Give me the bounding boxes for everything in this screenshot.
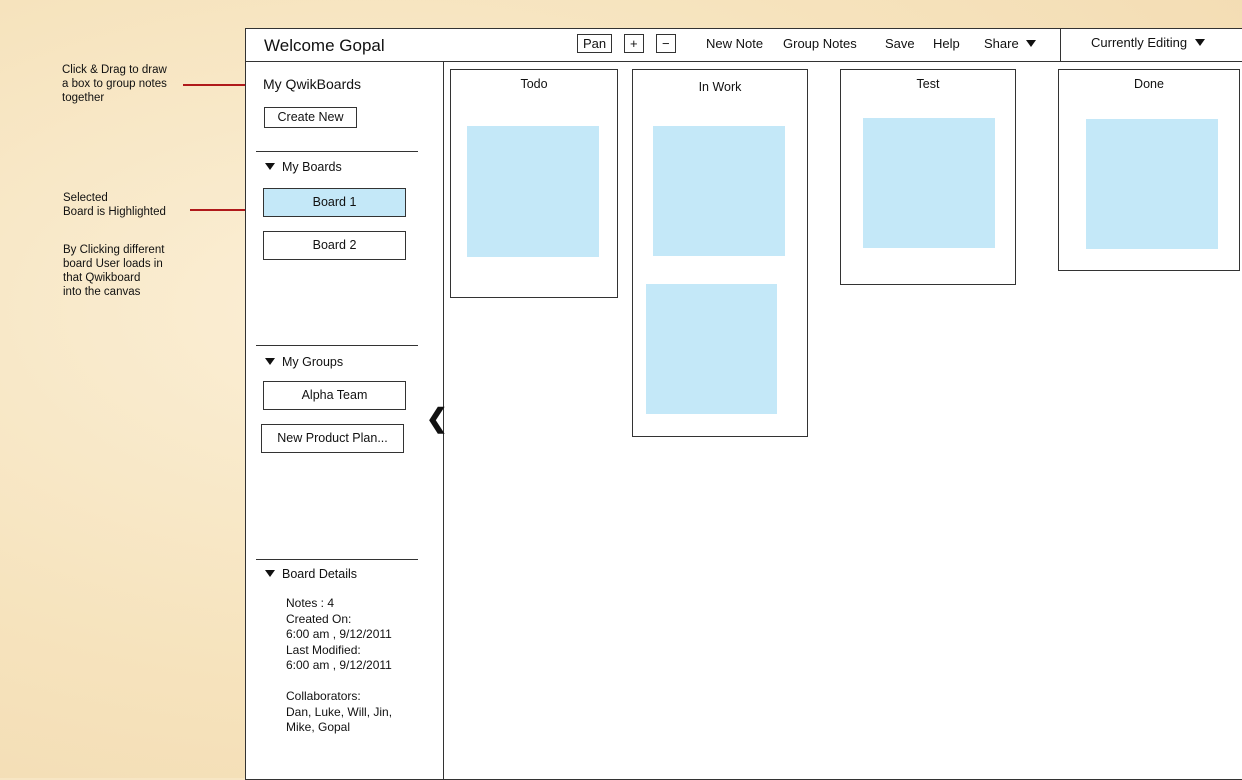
sticky-note[interactable] (653, 126, 785, 256)
board-details-header[interactable]: Board Details (265, 567, 357, 581)
toolbar-divider (1060, 29, 1061, 61)
column-title: Test (916, 77, 940, 91)
annotation-click: By Clicking different board User loads i… (63, 244, 165, 298)
my-boards-header[interactable]: My Boards (265, 160, 342, 174)
sticky-note[interactable] (1086, 119, 1218, 249)
group-notes-button[interactable]: Group Notes (783, 36, 857, 51)
divider (256, 345, 418, 346)
share-label: Share (984, 36, 1019, 51)
zoom-out-button[interactable]: − (656, 34, 676, 53)
sidebar-item-board-2[interactable]: Board 2 (263, 231, 406, 260)
share-dropdown[interactable]: Share (984, 36, 1037, 51)
create-new-button[interactable]: Create New (264, 107, 357, 128)
sidebar-title: My QwikBoards (263, 76, 362, 92)
board-details-text: Notes : 4 Created On: 6:00 am , 9/12/201… (286, 596, 393, 734)
pan-button[interactable]: Pan (577, 34, 613, 53)
collapse-sidebar-icon[interactable]: ❮ (426, 403, 448, 434)
annotation-drag: Click & Drag to draw a box to group note… (62, 64, 167, 104)
app-window: Welcome Gopal Pan + − New Note Group Not… (245, 28, 1242, 780)
chevron-down-icon (1194, 39, 1205, 46)
annotation-selected: Selected Board is Highlighted (63, 192, 166, 218)
sidebar-item-alpha-team[interactable]: Alpha Team (263, 381, 406, 410)
column-test[interactable]: Test (840, 69, 1016, 285)
sidebar-item-new-product-plan[interactable]: New Product Plan... (261, 424, 404, 453)
column-title: In Work (698, 80, 742, 94)
save-button[interactable]: Save (885, 36, 915, 51)
welcome-title: Welcome Gopal (264, 36, 385, 55)
help-button[interactable]: Help (933, 36, 960, 51)
currently-editing-label: Currently Editing (1091, 35, 1188, 50)
column-in-work[interactable]: In Work (632, 69, 808, 437)
sticky-note[interactable] (863, 118, 995, 248)
new-note-button[interactable]: New Note (706, 36, 763, 51)
zoom-in-button[interactable]: + (624, 34, 644, 53)
divider (256, 151, 418, 152)
toolbar: Welcome Gopal Pan + − New Note Group Not… (246, 29, 1242, 62)
currently-editing-dropdown[interactable]: Currently Editing (1091, 35, 1205, 50)
caret-down-icon (265, 358, 275, 365)
column-title: Done (1134, 77, 1164, 91)
my-groups-header[interactable]: My Groups (265, 355, 343, 369)
caret-down-icon (265, 163, 275, 170)
sticky-note[interactable] (646, 284, 777, 414)
sidebar-item-board-1[interactable]: Board 1 (263, 188, 406, 217)
column-done[interactable]: Done (1058, 69, 1240, 271)
chevron-down-icon (1026, 40, 1037, 47)
sticky-note[interactable] (467, 126, 599, 257)
divider (256, 559, 418, 560)
caret-down-icon (265, 570, 275, 577)
column-todo[interactable]: Todo (450, 69, 618, 298)
column-title: Todo (520, 77, 548, 91)
